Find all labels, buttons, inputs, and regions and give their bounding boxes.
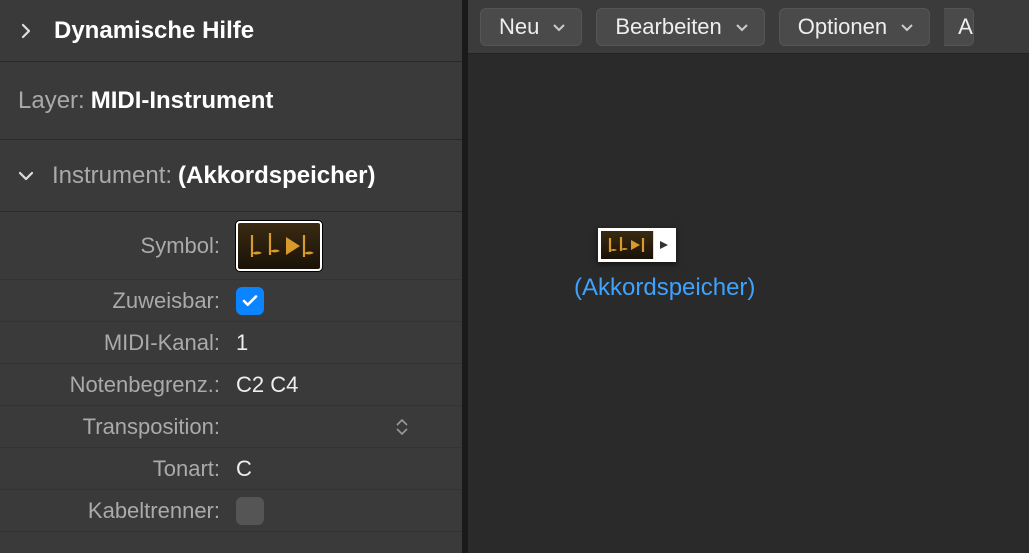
canvas-toolbar: Neu Bearbeiten Optionen A xyxy=(468,0,1029,54)
cable-splitter-checkbox[interactable] xyxy=(236,497,264,525)
toolbar-edit-label: Bearbeiten xyxy=(615,14,721,40)
symbol-picker[interactable] xyxy=(236,221,322,271)
chord-memorizer-icon xyxy=(244,229,314,263)
midi-channel-value: 1 xyxy=(236,330,248,356)
chevron-down-icon xyxy=(901,19,913,35)
symbol-label: Symbol: xyxy=(0,233,226,259)
chord-memorizer-node[interactable]: (Akkordspeicher) xyxy=(598,228,755,302)
assignable-checkbox[interactable] xyxy=(236,287,264,315)
param-row-key: Tonart: C xyxy=(0,448,462,490)
toolbar-options-label: Optionen xyxy=(798,14,887,40)
chevron-down-icon xyxy=(553,19,565,35)
key-value-field[interactable]: C xyxy=(226,456,462,482)
toolbar-edit-menu[interactable]: Bearbeiten xyxy=(596,8,764,46)
note-limit-value-field[interactable]: C2 C4 xyxy=(226,372,462,398)
midi-channel-value-field[interactable]: 1 xyxy=(226,330,462,356)
midi-channel-label: MIDI-Kanal: xyxy=(0,330,226,356)
stepper-icon[interactable] xyxy=(396,419,408,435)
toolbar-new-menu[interactable]: Neu xyxy=(480,8,582,46)
environment-canvas[interactable]: (Akkordspeicher) xyxy=(468,54,1029,553)
chevron-right-icon xyxy=(14,19,38,43)
toolbar-options-menu[interactable]: Optionen xyxy=(779,8,930,46)
param-row-assignable: Zuweisbar: xyxy=(0,280,462,322)
toolbar-cutoff-menu[interactable]: A xyxy=(944,8,974,46)
param-row-cable-splitter: Kabeltrenner: xyxy=(0,490,462,532)
layer-label: Layer: xyxy=(18,87,85,115)
layer-value: MIDI-Instrument xyxy=(91,87,274,115)
environment-canvas-side: Neu Bearbeiten Optionen A xyxy=(468,0,1029,553)
chevron-down-icon xyxy=(14,164,38,188)
note-limit-value: C2 C4 xyxy=(236,372,298,398)
chevron-down-icon xyxy=(736,19,748,35)
instrument-label: Instrument: xyxy=(52,162,172,190)
key-label: Tonart: xyxy=(0,456,226,482)
cable-splitter-label: Kabeltrenner: xyxy=(0,498,226,524)
node-box[interactable] xyxy=(598,228,676,262)
transposition-label: Transposition: xyxy=(0,414,226,440)
node-label[interactable]: (Akkordspeicher) xyxy=(574,274,755,302)
assignable-label: Zuweisbar: xyxy=(0,288,226,314)
param-row-note-limit: Notenbegrenz.: C2 C4 xyxy=(0,364,462,406)
instrument-row[interactable]: Instrument: (Akkordspeicher) xyxy=(0,140,462,212)
inspector-panel: Dynamische Hilfe Layer: MIDI-Instrument … xyxy=(0,0,468,553)
param-row-symbol: Symbol: xyxy=(0,212,462,280)
instrument-value: (Akkordspeicher) xyxy=(178,162,375,190)
dynamic-help-title: Dynamische Hilfe xyxy=(54,17,254,45)
param-row-transposition: Transposition: xyxy=(0,406,462,448)
toolbar-new-label: Neu xyxy=(499,14,539,40)
layer-row[interactable]: Layer: MIDI-Instrument xyxy=(0,62,462,140)
dynamic-help-header[interactable]: Dynamische Hilfe xyxy=(0,0,462,62)
chord-memorizer-icon xyxy=(601,231,653,259)
param-row-midi-channel: MIDI-Kanal: 1 xyxy=(0,322,462,364)
key-value: C xyxy=(236,456,252,482)
toolbar-cutoff-letter: A xyxy=(958,14,973,40)
note-limit-label: Notenbegrenz.: xyxy=(0,372,226,398)
node-output-port[interactable] xyxy=(653,231,673,259)
